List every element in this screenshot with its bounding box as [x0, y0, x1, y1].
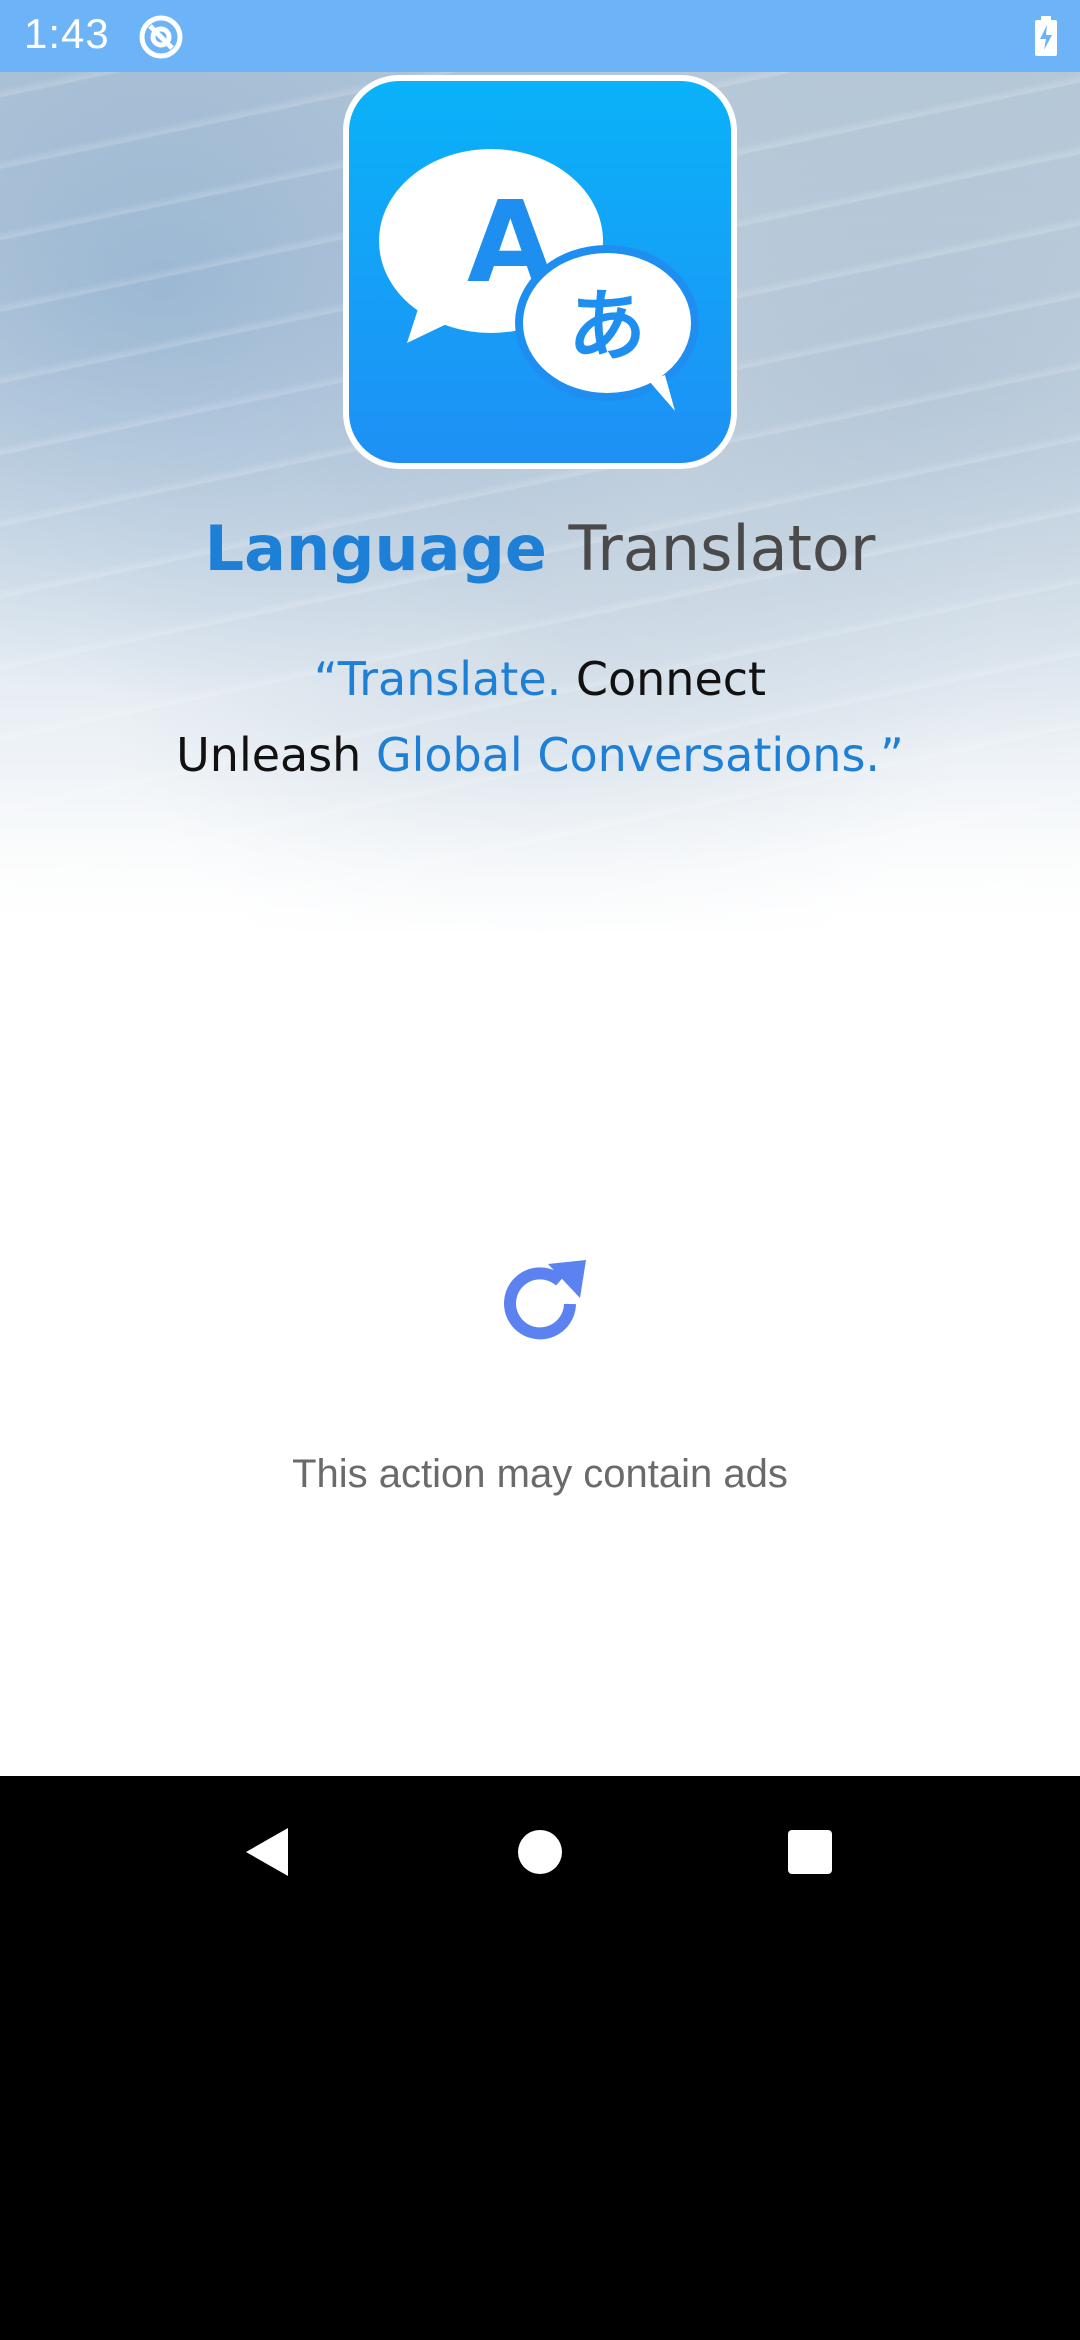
- tagline-unleash: Unleash: [176, 728, 362, 782]
- translate-bubbles-icon: A あ: [379, 149, 699, 411]
- status-bar: 1:43: [0, 0, 1080, 72]
- app-title: Language Translator: [0, 512, 1080, 585]
- status-time: 1:43: [24, 10, 110, 57]
- app-logo-background: A あ: [349, 81, 731, 463]
- refresh-icon: [504, 1260, 586, 1340]
- splash-screen: 1:43 A あ Language Translator “Translate.…: [0, 0, 1080, 2340]
- app-logo: A あ: [343, 75, 737, 469]
- battery-charging-icon: [1035, 16, 1057, 56]
- app-title-part1: Language: [204, 512, 547, 585]
- back-triangle-icon[interactable]: [236, 1820, 300, 1884]
- home-circle-icon[interactable]: [508, 1820, 572, 1884]
- tagline-global-conversations: Global Conversations.”: [375, 728, 904, 782]
- app-title-part2: Translator: [568, 512, 876, 585]
- logo-glyph-japanese: あ: [568, 282, 646, 372]
- tagline-line-1: “Translate. Connect: [0, 652, 1080, 706]
- recents-square-icon[interactable]: [778, 1820, 842, 1884]
- ads-notice: This action may contain ads: [292, 1452, 788, 1496]
- at-sign-icon: [139, 15, 183, 59]
- tagline-connect: Connect: [575, 652, 767, 706]
- tagline-line-2: Unleash Global Conversations.”: [0, 728, 1080, 782]
- hero-fade: [0, 772, 1080, 932]
- tagline-translate: “Translate.: [313, 652, 562, 706]
